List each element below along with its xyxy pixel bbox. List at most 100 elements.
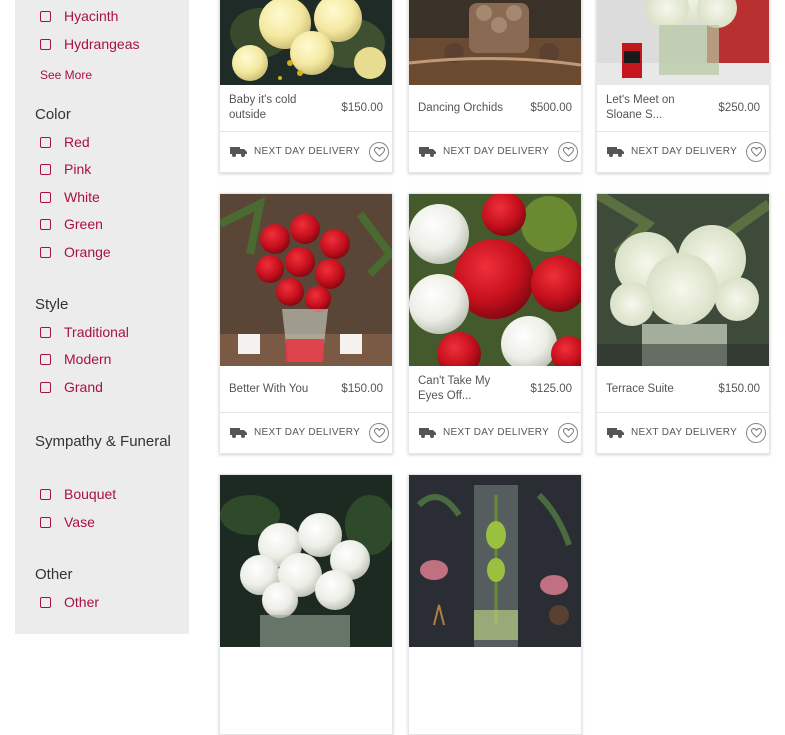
filter-label: Modern xyxy=(64,351,112,367)
checkbox-icon[interactable] xyxy=(40,136,51,148)
favorite-button[interactable] xyxy=(558,423,578,443)
product-name[interactable]: Dancing Orchids xyxy=(418,85,518,131)
product-image-green-orchid[interactable] xyxy=(409,475,581,647)
filter-label: Pink xyxy=(64,161,92,177)
filter-traditional[interactable]: Traditional xyxy=(40,322,129,342)
filter-hyacinth[interactable]: Hyacinth xyxy=(40,6,118,26)
filter-green[interactable]: Green xyxy=(40,214,103,234)
favorite-button[interactable] xyxy=(369,142,389,162)
product-info: Terrace Suite $150.00 xyxy=(597,366,769,413)
product-card xyxy=(408,474,582,735)
filter-red[interactable]: Red xyxy=(40,132,90,152)
product-name[interactable]: Baby it's cold outside xyxy=(229,85,329,131)
truck-icon xyxy=(230,147,247,157)
product-image-white-roses[interactable] xyxy=(220,475,392,647)
filter-label: Other xyxy=(64,594,100,610)
checkbox-icon[interactable] xyxy=(40,10,51,22)
checkbox-icon[interactable] xyxy=(40,38,51,50)
favorite-button[interactable] xyxy=(369,423,389,443)
product-info: Can't Take My Eyes Off... $125.00 xyxy=(409,366,581,413)
product-footer: NEXT DAY DELIVERY xyxy=(597,132,769,172)
product-image-white-hydrangea[interactable] xyxy=(597,194,769,366)
checkbox-icon[interactable] xyxy=(40,381,51,393)
product-image-orchids[interactable] xyxy=(409,0,581,85)
filter-other[interactable]: Other xyxy=(40,592,99,612)
heart-icon xyxy=(373,428,385,438)
checkbox-icon[interactable] xyxy=(40,218,51,230)
filter-heading-sympathy: Sympathy & Funeral xyxy=(35,433,171,450)
filter-label: Bouquet xyxy=(64,486,117,502)
product-footer: NEXT DAY DELIVERY xyxy=(409,413,581,453)
product-image-red-roses[interactable] xyxy=(220,194,392,366)
filter-label: Hyacinth xyxy=(64,8,119,24)
product-card: Baby it's cold outside $150.00 NEXT DAY … xyxy=(219,0,393,173)
checkbox-icon[interactable] xyxy=(40,246,51,258)
product-footer: NEXT DAY DELIVERY xyxy=(409,132,581,172)
filter-label: Orange xyxy=(64,244,111,260)
favorite-button[interactable] xyxy=(746,142,766,162)
product-price: $150.00 xyxy=(341,383,383,395)
favorite-button[interactable] xyxy=(558,142,578,162)
checkbox-icon[interactable] xyxy=(40,163,51,175)
product-name[interactable]: Better With You xyxy=(229,366,329,412)
filter-white[interactable]: White xyxy=(40,187,100,207)
filter-hydrangeas[interactable]: Hydrangeas xyxy=(40,34,140,54)
checkbox-icon[interactable] xyxy=(40,596,51,608)
checkbox-icon[interactable] xyxy=(40,488,51,500)
checkbox-icon[interactable] xyxy=(40,191,51,203)
filter-label: Vase xyxy=(64,514,95,530)
product-price: $250.00 xyxy=(718,102,760,114)
delivery-label: NEXT DAY DELIVERY xyxy=(631,427,738,438)
product-info: Let's Meet on Sloane S... $250.00 xyxy=(597,85,769,132)
filter-orange[interactable]: Orange xyxy=(40,242,111,262)
product-price: $125.00 xyxy=(530,383,572,395)
checkbox-icon[interactable] xyxy=(40,326,51,338)
see-more-link[interactable]: See More xyxy=(40,68,92,82)
heart-icon xyxy=(562,428,574,438)
heart-icon xyxy=(750,428,762,438)
delivery-label: NEXT DAY DELIVERY xyxy=(254,427,361,438)
filter-bouquet[interactable]: Bouquet xyxy=(40,484,116,504)
filter-heading-other: Other xyxy=(35,566,73,583)
filter-heading-style: Style xyxy=(35,296,69,313)
delivery-label: NEXT DAY DELIVERY xyxy=(443,146,550,157)
filter-label: Red xyxy=(64,134,90,150)
filter-label: Green xyxy=(64,216,103,232)
filter-label: Hydrangeas xyxy=(64,36,140,52)
delivery-label: NEXT DAY DELIVERY xyxy=(254,146,361,157)
heart-icon xyxy=(562,147,574,157)
filter-vase[interactable]: Vase xyxy=(40,512,95,532)
checkbox-icon[interactable] xyxy=(40,516,51,528)
delivery-label: NEXT DAY DELIVERY xyxy=(631,146,738,157)
product-name[interactable]: Let's Meet on Sloane S... xyxy=(606,85,706,131)
product-footer: NEXT DAY DELIVERY xyxy=(220,132,392,172)
filter-sidebar: Hyacinth Hydrangeas See More Color Red P… xyxy=(15,0,189,634)
product-card: Terrace Suite $150.00 NEXT DAY DELIVERY xyxy=(596,193,770,454)
truck-icon xyxy=(419,428,436,438)
product-card xyxy=(219,474,393,735)
heart-icon xyxy=(373,147,385,157)
filter-label: Traditional xyxy=(64,324,129,340)
product-image-yellow-roses[interactable] xyxy=(220,0,392,85)
heart-icon xyxy=(750,147,762,157)
truck-icon xyxy=(419,147,436,157)
product-price: $150.00 xyxy=(341,102,383,114)
product-info: Dancing Orchids $500.00 xyxy=(409,85,581,132)
product-image-red-roses-hydrangea[interactable] xyxy=(409,194,581,366)
product-name[interactable]: Terrace Suite xyxy=(606,366,706,412)
product-footer: NEXT DAY DELIVERY xyxy=(220,413,392,453)
filter-label: Grand xyxy=(64,379,103,395)
product-card: Dancing Orchids $500.00 NEXT DAY DELIVER… xyxy=(408,0,582,173)
filter-modern[interactable]: Modern xyxy=(40,349,111,369)
filter-grand[interactable]: Grand xyxy=(40,377,103,397)
checkbox-icon[interactable] xyxy=(40,353,51,365)
favorite-button[interactable] xyxy=(746,423,766,443)
product-card: Can't Take My Eyes Off... $125.00 NEXT D… xyxy=(408,193,582,454)
product-info: Baby it's cold outside $150.00 xyxy=(220,85,392,132)
product-name[interactable]: Can't Take My Eyes Off... xyxy=(418,366,518,412)
product-card: Let's Meet on Sloane S... $250.00 NEXT D… xyxy=(596,0,770,173)
delivery-label: NEXT DAY DELIVERY xyxy=(443,427,550,438)
product-image-white-flowers[interactable] xyxy=(597,0,769,85)
product-price: $500.00 xyxy=(530,102,572,114)
filter-pink[interactable]: Pink xyxy=(40,159,91,179)
